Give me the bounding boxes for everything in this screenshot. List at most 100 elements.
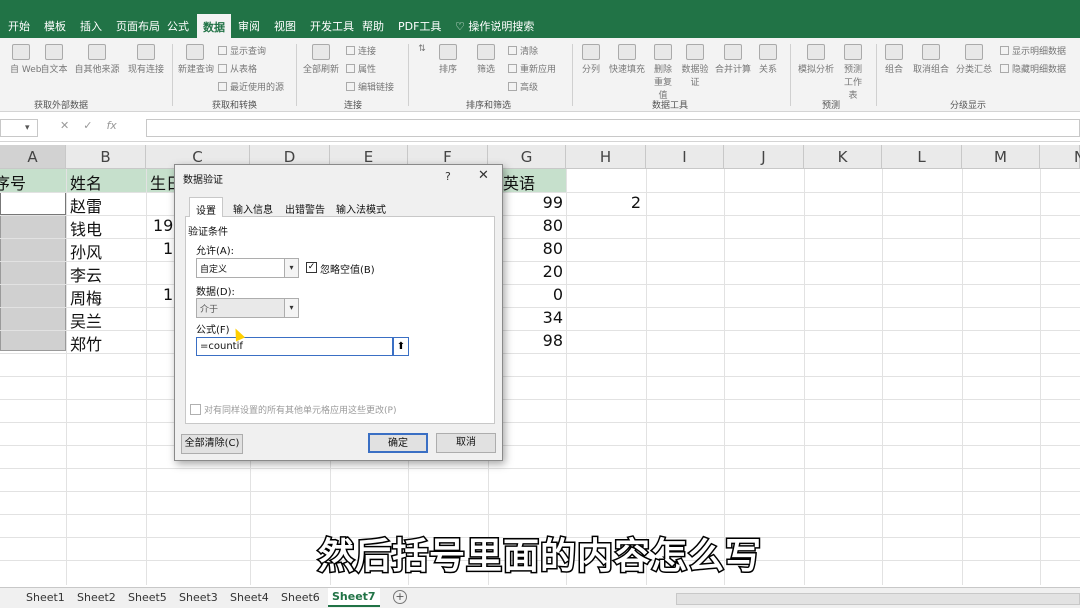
col-header-a[interactable]: A	[0, 145, 66, 169]
connections-button[interactable]: 连接	[346, 44, 376, 57]
recent-sources-button[interactable]: 最近使用的源	[218, 80, 284, 93]
name-cell[interactable]: 钱电	[70, 216, 102, 240]
sheet-tab[interactable]: Sheet6	[281, 591, 320, 604]
sort-button[interactable]: 排序	[436, 44, 460, 75]
header-english[interactable]: 英语	[503, 170, 535, 194]
sheet-tab[interactable]: Sheet4	[230, 591, 269, 604]
h-cell[interactable]: 2	[566, 193, 641, 212]
sheet-tab[interactable]: Sheet2	[77, 591, 116, 604]
add-sheet-icon[interactable]: +	[393, 590, 407, 604]
worksheet-grid[interactable]: 序号 姓名 生日 英语 赵雷 钱电 孙风 李云 周梅 吴兰 郑竹 199 19 …	[0, 169, 1080, 585]
relationships-button[interactable]: 关系	[756, 44, 780, 75]
sheet-tab[interactable]: Sheet1	[26, 591, 65, 604]
allow-select[interactable]: 自定义 ▾	[196, 258, 299, 278]
tab-templates[interactable]: 模板	[44, 18, 66, 34]
sort-az-button[interactable]: ⇅	[414, 44, 430, 54]
tab-help[interactable]: 帮助	[362, 18, 384, 34]
tab-pdf[interactable]: PDF工具	[398, 18, 441, 34]
from-text-button[interactable]: 自文本	[38, 44, 70, 75]
active-cell[interactable]	[0, 192, 66, 215]
show-queries-icon	[218, 46, 227, 55]
from-other-button[interactable]: 自其他来源	[72, 44, 122, 75]
name-cell[interactable]: 郑竹	[70, 331, 102, 355]
check-icon: ✓	[307, 262, 316, 272]
show-queries-button[interactable]: 显示查询	[218, 44, 266, 57]
tab-insert[interactable]: 插入	[80, 18, 102, 34]
tell-me-search[interactable]: ♡ 操作说明搜索	[455, 18, 534, 34]
confirm-icon[interactable]: ✓	[83, 119, 92, 132]
subtotal-button[interactable]: 分类汇总	[954, 44, 994, 75]
sheet-tab[interactable]: Sheet5	[128, 591, 167, 604]
forecast-sheet-button[interactable]: 预测工作表	[840, 44, 866, 101]
name-cell[interactable]: 李云	[70, 262, 102, 286]
tab-input-message[interactable]: 输入信息	[233, 201, 273, 216]
sort-az-icon: ⇅	[418, 44, 426, 54]
tab-formulas[interactable]: 公式	[167, 18, 189, 34]
formula-field[interactable]: =countif	[196, 337, 393, 356]
col-header-m[interactable]: M	[962, 145, 1040, 169]
close-icon[interactable]: ✕	[478, 168, 489, 183]
edit-links-icon	[346, 82, 355, 91]
data-select[interactable]: 介于 ▾	[196, 298, 299, 318]
new-query-button[interactable]: 新建查询	[178, 44, 214, 75]
col-header-l[interactable]: L	[882, 145, 962, 169]
hide-detail-button[interactable]: 隐藏明细数据	[1000, 62, 1066, 75]
ungroup-button[interactable]: 取消组合	[910, 44, 952, 75]
col-header-k[interactable]: K	[804, 145, 882, 169]
col-header-b[interactable]: B	[66, 145, 146, 169]
existing-connections-button[interactable]: 现有连接	[124, 44, 168, 75]
name-cell[interactable]: 孙风	[70, 239, 102, 263]
col-header-h[interactable]: H	[566, 145, 646, 169]
from-web-button[interactable]: 自 Web	[10, 44, 41, 75]
tab-ime-mode[interactable]: 输入法模式	[336, 201, 386, 216]
tab-developer[interactable]: 开发工具	[310, 18, 354, 34]
help-icon[interactable]: ?	[445, 170, 451, 183]
clear-all-button[interactable]: 全部清除(C)	[181, 434, 243, 454]
name-cell[interactable]: 吴兰	[70, 308, 102, 332]
formula-input[interactable]	[146, 119, 1080, 137]
col-header-n[interactable]: N	[1040, 145, 1080, 169]
apply-all-checkbox[interactable]	[190, 404, 201, 415]
name-box[interactable]: ▾	[0, 119, 38, 137]
fx-icon[interactable]: fx	[106, 119, 116, 132]
cancel-icon[interactable]: ✕	[60, 119, 69, 132]
ignore-blank-checkbox[interactable]: ✓	[306, 262, 317, 273]
header-name[interactable]: 姓名	[70, 170, 102, 194]
tab-page-layout[interactable]: 页面布局	[116, 18, 160, 34]
consolidate-button[interactable]: 合并计算	[714, 44, 752, 75]
cancel-button[interactable]: 取消	[436, 433, 496, 453]
refresh-all-button[interactable]: 全部刷新	[302, 44, 340, 75]
advanced-filter-button[interactable]: 高级	[508, 80, 538, 93]
name-cell[interactable]: 周梅	[70, 285, 102, 309]
text-to-columns-button[interactable]: 分列	[578, 44, 604, 75]
sheet-tab[interactable]: Sheet3	[179, 591, 218, 604]
col-header-i[interactable]: I	[646, 145, 724, 169]
reapply-button[interactable]: 重新应用	[508, 62, 556, 75]
clear-filter-button[interactable]: 清除	[508, 44, 538, 57]
name-cell[interactable]: 赵雷	[70, 193, 102, 217]
tab-home[interactable]: 开始	[8, 18, 30, 34]
sheet-tab-active[interactable]: Sheet7	[328, 588, 380, 607]
header-seq[interactable]: 序号	[0, 170, 66, 194]
properties-button[interactable]: 属性	[346, 62, 376, 75]
tab-view[interactable]: 视图	[274, 18, 296, 34]
tab-data[interactable]: 数据	[197, 14, 231, 38]
group-button[interactable]: 组合	[882, 44, 906, 75]
remove-duplicates-button[interactable]: 删除重复值	[650, 44, 676, 101]
tab-error-alert[interactable]: 出错警告	[285, 201, 325, 216]
from-table-button[interactable]: 从表格	[218, 62, 257, 75]
edit-links-button[interactable]: 编辑链接	[346, 80, 394, 93]
range-select-icon[interactable]: ⬆	[393, 337, 409, 356]
col-header-j[interactable]: J	[724, 145, 804, 169]
data-validation-button[interactable]: 数据验证	[678, 44, 712, 88]
col-line	[882, 169, 883, 585]
filter-button[interactable]: 筛选	[474, 44, 498, 75]
tab-settings[interactable]: 设置	[189, 197, 223, 218]
show-detail-button[interactable]: 显示明细数据	[1000, 44, 1066, 57]
horizontal-scrollbar[interactable]	[676, 593, 1080, 605]
row-line	[0, 353, 1080, 354]
flash-fill-button[interactable]: 快速填充	[606, 44, 648, 75]
tab-review[interactable]: 审阅	[238, 18, 260, 34]
ok-button[interactable]: 确定	[368, 433, 428, 453]
what-if-button[interactable]: 模拟分析	[796, 44, 836, 75]
